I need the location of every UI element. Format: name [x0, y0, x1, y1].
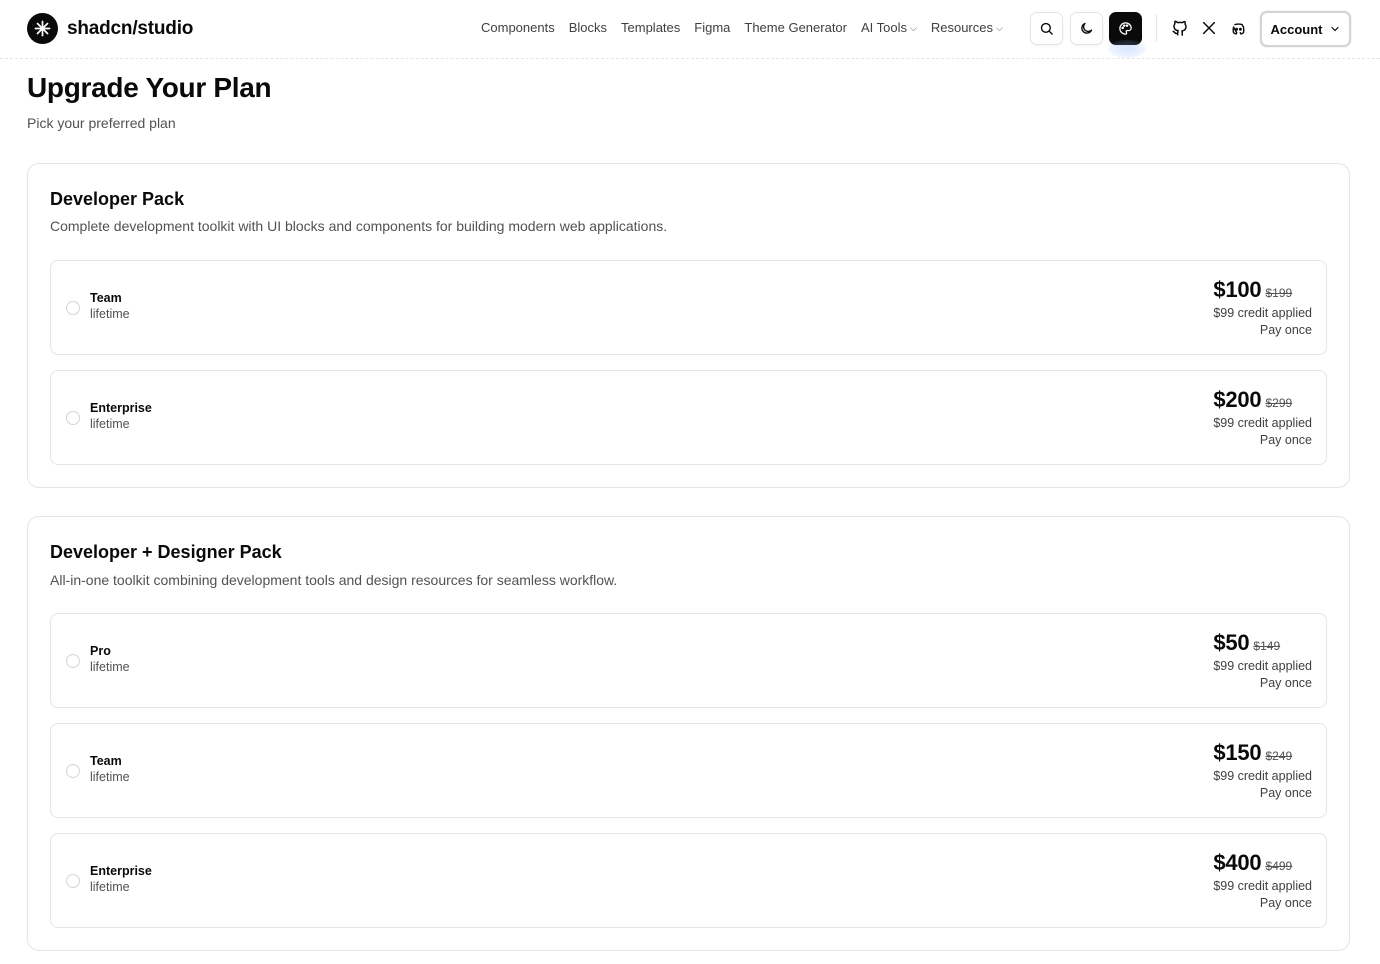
pack-title: Developer + Designer Pack	[50, 542, 282, 562]
search-button[interactable]	[1030, 12, 1063, 45]
plan-radio[interactable]	[66, 654, 80, 668]
payment-note: Pay once	[1259, 433, 1312, 447]
original-price: $149	[1253, 639, 1281, 653]
credit-note: $99 credit applied	[1213, 769, 1312, 783]
price: $200	[1213, 387, 1262, 412]
account-label: Account	[1270, 21, 1323, 37]
pack-card-developer: Developer Pack Complete development tool…	[27, 163, 1350, 488]
plan-name: Team	[90, 754, 122, 768]
palette-icon	[1119, 22, 1132, 35]
page-title: Upgrade Your Plan	[27, 72, 272, 103]
moon-icon	[1081, 22, 1093, 34]
header-divider	[1156, 14, 1157, 42]
nav-item-resources[interactable]: Resources ⌵	[931, 20, 1003, 35]
plan-name: Enterprise	[90, 401, 152, 415]
plan-radio[interactable]	[66, 874, 80, 888]
price: $400	[1213, 850, 1262, 875]
plan-term: lifetime	[90, 770, 130, 784]
plan-term: lifetime	[90, 307, 130, 321]
plan-name: Team	[90, 291, 122, 305]
nav-label: AI Tools	[861, 20, 908, 35]
nav-label: Blocks	[568, 20, 608, 35]
price: $50	[1213, 630, 1250, 655]
plan-option-team[interactable]: Team lifetime $150 $249 $99 credit appli…	[50, 723, 1327, 818]
price-block: $150 $249 $99 credit applied Pay once	[1213, 740, 1312, 800]
nav-label: Components	[481, 20, 555, 35]
nav-label: Figma	[694, 20, 731, 35]
plan-name: Pro	[90, 644, 111, 658]
x-icon	[1202, 21, 1216, 35]
nav-item-templates[interactable]: Templates	[621, 20, 680, 35]
nav-item-theme-generator[interactable]: Theme Generator	[744, 20, 847, 35]
plan-radio[interactable]	[66, 764, 80, 778]
nav-item-blocks[interactable]: Blocks	[569, 20, 607, 35]
plan-radio[interactable]	[66, 411, 80, 425]
pack-title: Developer Pack	[50, 189, 185, 209]
plan-option-team[interactable]: Team lifetime $100 $199 $99 credit appli…	[50, 260, 1327, 355]
credit-note: $99 credit applied	[1213, 306, 1312, 320]
brand-name: shadcn/studio	[67, 17, 194, 39]
payment-note: Pay once	[1259, 786, 1312, 800]
theme-toggle-button[interactable]	[1070, 12, 1103, 45]
site-header: shadcn/studio Components Blocks Template…	[0, 0, 1380, 59]
original-price: $199	[1265, 286, 1293, 300]
price: $100	[1213, 277, 1262, 302]
asterisk-logo-icon	[27, 13, 58, 44]
github-icon	[1172, 20, 1187, 36]
price-block: $100 $199 $99 credit applied Pay once	[1213, 277, 1312, 337]
main-nav: Components Blocks Templates Figma Theme …	[481, 20, 1017, 35]
decorative-glow	[1108, 40, 1146, 58]
credit-note: $99 credit applied	[1213, 659, 1312, 673]
price: $150	[1213, 740, 1262, 765]
plan-term: lifetime	[90, 880, 130, 894]
original-price: $299	[1265, 396, 1293, 410]
plan-term: lifetime	[90, 660, 130, 674]
pack-card-developer-designer: Developer + Designer Pack All-in-one too…	[27, 516, 1350, 951]
plan-term: lifetime	[90, 417, 130, 431]
plan-name: Enterprise	[90, 864, 152, 878]
payment-note: Pay once	[1259, 896, 1312, 910]
pack-description: All-in-one toolkit combining development…	[50, 572, 618, 588]
plan-option-pro[interactable]: Pro lifetime $50 $149 $99 credit applied…	[50, 613, 1327, 708]
nav-label: Theme Generator	[744, 20, 847, 35]
price-block: $50 $149 $99 credit applied Pay once	[1213, 630, 1312, 690]
chevron-down-icon: ⌵	[995, 23, 1003, 33]
credit-note: $99 credit applied	[1213, 879, 1312, 893]
credit-note: $99 credit applied	[1213, 416, 1312, 430]
original-price: $249	[1265, 749, 1293, 763]
discord-link[interactable]	[1227, 17, 1249, 39]
price-block: $200 $299 $99 credit applied Pay once	[1213, 387, 1312, 447]
github-link[interactable]	[1169, 17, 1191, 39]
price-block: $400 $499 $99 credit applied Pay once	[1213, 850, 1312, 910]
nav-item-components[interactable]: Components	[481, 20, 555, 35]
x-link[interactable]	[1198, 17, 1220, 39]
page-subtitle: Pick your preferred plan	[27, 115, 176, 131]
plan-radio[interactable]	[66, 301, 80, 315]
nav-label: Resources	[930, 20, 993, 35]
brand-logo[interactable]: shadcn/studio	[27, 13, 193, 44]
chevron-down-icon: ⌵	[910, 23, 917, 33]
nav-item-figma[interactable]: Figma	[694, 20, 730, 35]
plan-option-enterprise[interactable]: Enterprise lifetime $200 $299 $99 credit…	[50, 370, 1327, 465]
payment-note: Pay once	[1259, 323, 1312, 337]
discord-icon	[1231, 22, 1245, 35]
search-icon	[1040, 22, 1053, 35]
nav-item-ai-tools[interactable]: AI Tools ⌵	[861, 20, 917, 35]
payment-note: Pay once	[1259, 676, 1312, 690]
original-price: $499	[1265, 859, 1293, 873]
nav-label: Templates	[621, 20, 681, 35]
chevron-down-icon	[1330, 26, 1339, 32]
plan-option-enterprise[interactable]: Enterprise lifetime $400 $499 $99 credit…	[50, 833, 1327, 928]
pack-description: Complete development toolkit with UI blo…	[50, 218, 668, 234]
account-button[interactable]: Account	[1260, 11, 1351, 47]
